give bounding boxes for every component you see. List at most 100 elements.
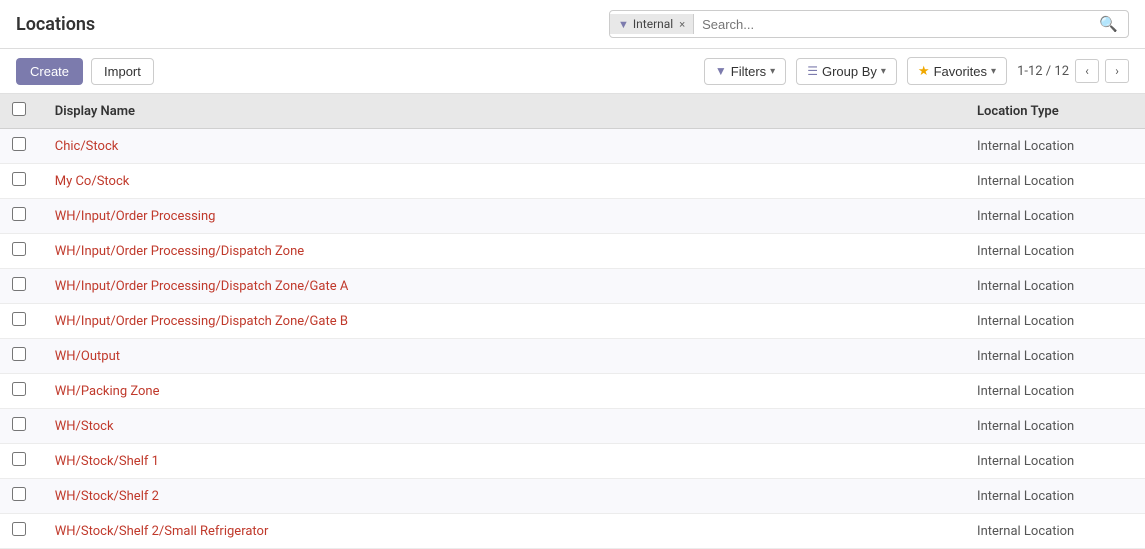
row-checkbox-cell — [0, 269, 43, 304]
groupby-chevron-icon: ▾ — [881, 66, 886, 77]
table-row: WH/Stock/Shelf 2 Internal Location — [0, 479, 1145, 514]
row-location-type: Internal Location — [965, 269, 1145, 304]
row-location-type: Internal Location — [965, 514, 1145, 549]
header-checkbox-cell — [0, 94, 43, 129]
row-checkbox[interactable] — [12, 347, 26, 361]
location-link[interactable]: WH/Stock/Shelf 1 — [55, 454, 159, 469]
row-display-name: WH/Stock/Shelf 2 — [43, 479, 965, 514]
row-checkbox-cell — [0, 444, 43, 479]
toolbar: Create Import ▼ Filters ▾ ☰ Group By ▾ ★… — [0, 49, 1145, 94]
row-location-type: Internal Location — [965, 129, 1145, 164]
col-header-location-type: Location Type — [965, 94, 1145, 129]
row-checkbox-cell — [0, 479, 43, 514]
pagination: 1-12 / 12 ‹ › — [1017, 59, 1129, 83]
create-button[interactable]: Create — [16, 58, 83, 85]
row-location-type: Internal Location — [965, 374, 1145, 409]
row-checkbox-cell — [0, 374, 43, 409]
table-row: WH/Input/Order Processing/Dispatch Zone … — [0, 234, 1145, 269]
col-header-display-name: Display Name — [43, 94, 965, 129]
search-input[interactable] — [694, 13, 1089, 36]
row-location-type: Internal Location — [965, 164, 1145, 199]
location-link[interactable]: WH/Input/Order Processing/Dispatch Zone — [55, 244, 304, 259]
filters-button[interactable]: ▼ Filters ▾ — [704, 58, 786, 85]
location-link[interactable]: WH/Stock — [55, 419, 114, 434]
location-link[interactable]: WH/Stock/Shelf 2/Small Refrigerator — [55, 524, 269, 539]
prev-page-button[interactable]: ‹ — [1075, 59, 1099, 83]
row-checkbox[interactable] — [12, 382, 26, 396]
row-display-name: WH/Stock/Shelf 1 — [43, 444, 965, 479]
search-button[interactable]: 🔍 — [1089, 11, 1128, 37]
location-link[interactable]: Chic/Stock — [55, 139, 119, 154]
pagination-text: 1-12 / 12 — [1017, 64, 1069, 79]
locations-table: Display Name Location Type Chic/Stock In… — [0, 94, 1145, 549]
table-row: My Co/Stock Internal Location — [0, 164, 1145, 199]
location-link[interactable]: WH/Stock/Shelf 2 — [55, 489, 159, 504]
favorites-label: Favorites — [934, 64, 987, 79]
active-filter-tag: ▼ Internal × — [610, 14, 694, 34]
row-display-name: Chic/Stock — [43, 129, 965, 164]
row-checkbox-cell — [0, 234, 43, 269]
location-link[interactable]: WH/Input/Order Processing — [55, 209, 216, 224]
groupby-label: Group By — [822, 64, 877, 79]
table-row: WH/Stock Internal Location — [0, 409, 1145, 444]
table-row: WH/Input/Order Processing/Dispatch Zone/… — [0, 269, 1145, 304]
filters-icon: ▼ — [715, 64, 727, 78]
row-checkbox[interactable] — [12, 242, 26, 256]
row-checkbox[interactable] — [12, 207, 26, 221]
filter-tag-close[interactable]: × — [679, 18, 685, 31]
row-display-name: WH/Input/Order Processing/Dispatch Zone/… — [43, 304, 965, 339]
table-row: WH/Stock/Shelf 2/Small Refrigerator Inte… — [0, 514, 1145, 549]
row-checkbox-cell — [0, 514, 43, 549]
row-checkbox-cell — [0, 164, 43, 199]
table-row: WH/Packing Zone Internal Location — [0, 374, 1145, 409]
table-row: Chic/Stock Internal Location — [0, 129, 1145, 164]
filters-label: Filters — [731, 64, 766, 79]
row-checkbox[interactable] — [12, 172, 26, 186]
location-link[interactable]: WH/Output — [55, 349, 120, 364]
group-by-button[interactable]: ☰ Group By ▾ — [796, 58, 897, 85]
table-row: WH/Input/Order Processing/Dispatch Zone/… — [0, 304, 1145, 339]
location-link[interactable]: WH/Input/Order Processing/Dispatch Zone/… — [55, 314, 348, 329]
row-display-name: WH/Input/Order Processing — [43, 199, 965, 234]
filter-funnel-icon: ▼ — [618, 18, 629, 31]
row-display-name: WH/Stock/Shelf 2/Small Refrigerator — [43, 514, 965, 549]
table-header-row: Display Name Location Type — [0, 94, 1145, 129]
page-title: Locations — [16, 14, 95, 35]
groupby-icon: ☰ — [807, 64, 818, 78]
row-checkbox[interactable] — [12, 452, 26, 466]
row-display-name: WH/Stock — [43, 409, 965, 444]
row-checkbox-cell — [0, 199, 43, 234]
row-checkbox-cell — [0, 409, 43, 444]
row-location-type: Internal Location — [965, 199, 1145, 234]
location-link[interactable]: WH/Input/Order Processing/Dispatch Zone/… — [55, 279, 349, 294]
row-location-type: Internal Location — [965, 234, 1145, 269]
row-location-type: Internal Location — [965, 339, 1145, 374]
row-checkbox[interactable] — [12, 522, 26, 536]
search-icon: 🔍 — [1099, 16, 1118, 33]
row-location-type: Internal Location — [965, 304, 1145, 339]
location-link[interactable]: WH/Packing Zone — [55, 384, 160, 399]
row-checkbox[interactable] — [12, 277, 26, 291]
favorites-star-icon: ★ — [918, 63, 930, 79]
favorites-button[interactable]: ★ Favorites ▾ — [907, 57, 1007, 85]
row-checkbox[interactable] — [12, 137, 26, 151]
import-button[interactable]: Import — [91, 58, 154, 85]
row-display-name: My Co/Stock — [43, 164, 965, 199]
table-row: WH/Output Internal Location — [0, 339, 1145, 374]
row-checkbox[interactable] — [12, 417, 26, 431]
row-checkbox-cell — [0, 129, 43, 164]
row-location-type: Internal Location — [965, 409, 1145, 444]
next-page-button[interactable]: › — [1105, 59, 1129, 83]
row-checkbox-cell — [0, 304, 43, 339]
table-row: WH/Input/Order Processing Internal Locat… — [0, 199, 1145, 234]
select-all-checkbox[interactable] — [12, 102, 26, 116]
row-location-type: Internal Location — [965, 479, 1145, 514]
row-checkbox[interactable] — [12, 487, 26, 501]
row-location-type: Internal Location — [965, 444, 1145, 479]
location-link[interactable]: My Co/Stock — [55, 174, 130, 189]
row-checkbox[interactable] — [12, 312, 26, 326]
table-row: WH/Stock/Shelf 1 Internal Location — [0, 444, 1145, 479]
row-checkbox-cell — [0, 339, 43, 374]
filter-tag-label: Internal — [633, 17, 673, 31]
filters-chevron-icon: ▾ — [770, 66, 775, 77]
